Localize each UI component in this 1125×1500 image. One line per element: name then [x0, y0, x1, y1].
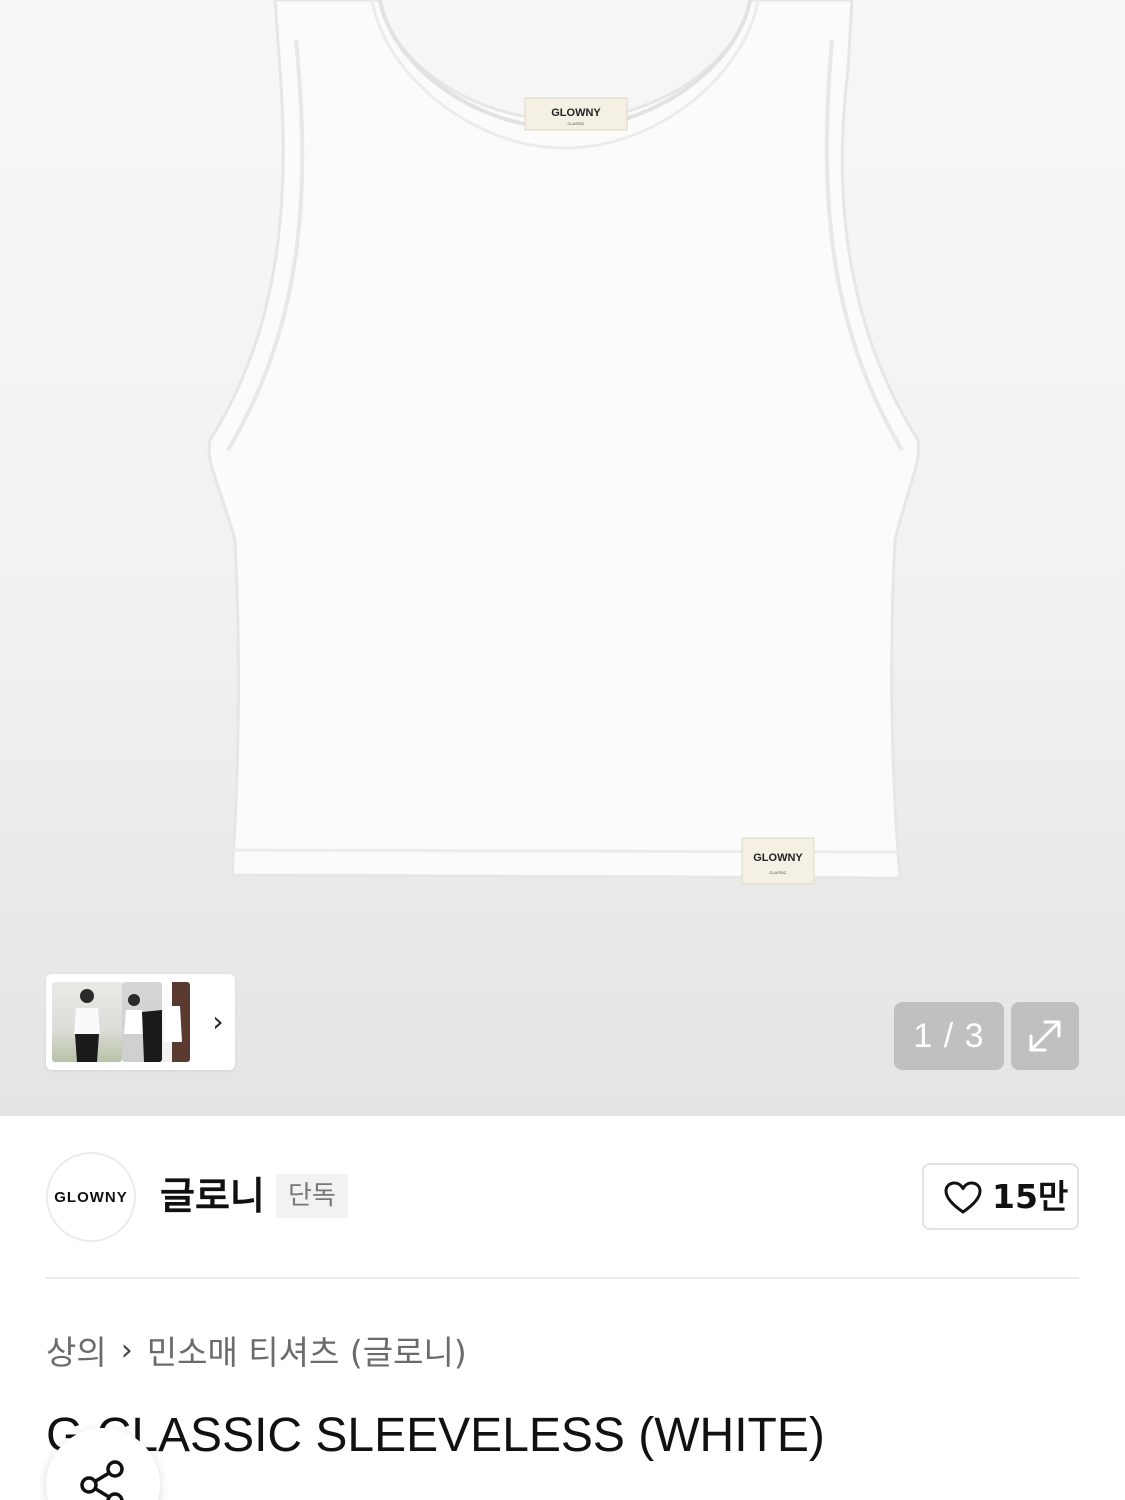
expand-icon — [1029, 1020, 1061, 1052]
chevron-right-icon[interactable]: › — [206, 1008, 230, 1036]
like-button[interactable]: 15만 — [922, 1163, 1079, 1230]
neck-label-subtext: CLASSIC — [567, 121, 584, 126]
brand-name[interactable]: 글로니 — [160, 1170, 265, 1222]
heart-icon — [944, 1181, 982, 1214]
neck-label-text: GLOWNY — [551, 107, 601, 119]
share-icon — [80, 1460, 124, 1500]
chevron-right-icon: › — [120, 1332, 133, 1368]
product-image-gallery[interactable]: GLOWNY CLASSIC GLOWNY CLASSIC › 1 / 3 — [0, 0, 1125, 1116]
divider — [46, 1277, 1079, 1279]
expand-button[interactable] — [1011, 1002, 1079, 1070]
hem-label-subtext: CLASSIC — [769, 870, 786, 875]
breadcrumb: 상의 › 민소매 티셔츠 (글로니) — [46, 1326, 467, 1374]
like-count: 15만 — [992, 1177, 1069, 1216]
thumbnail-model-front[interactable] — [52, 982, 122, 1062]
exclusive-badge: 단독 — [276, 1174, 348, 1218]
product-photo: GLOWNY CLASSIC GLOWNY CLASSIC — [207, 0, 921, 885]
breadcrumb-subcategory[interactable]: 민소매 티셔츠 (글로니) — [147, 1326, 467, 1374]
thumbnail-strip[interactable]: › — [46, 974, 235, 1070]
thumbnail-model-duo[interactable] — [122, 982, 162, 1062]
breadcrumb-category[interactable]: 상의 — [46, 1326, 107, 1374]
hem-label-text: GLOWNY — [753, 852, 803, 864]
thumbnail-model-side[interactable] — [158, 982, 190, 1062]
image-counter: 1 / 3 — [894, 1002, 1004, 1070]
brand-logo[interactable]: GLOWNY — [46, 1152, 136, 1242]
product-title: G CLASSIC SLEEVELESS (WHITE) — [46, 1409, 825, 1462]
